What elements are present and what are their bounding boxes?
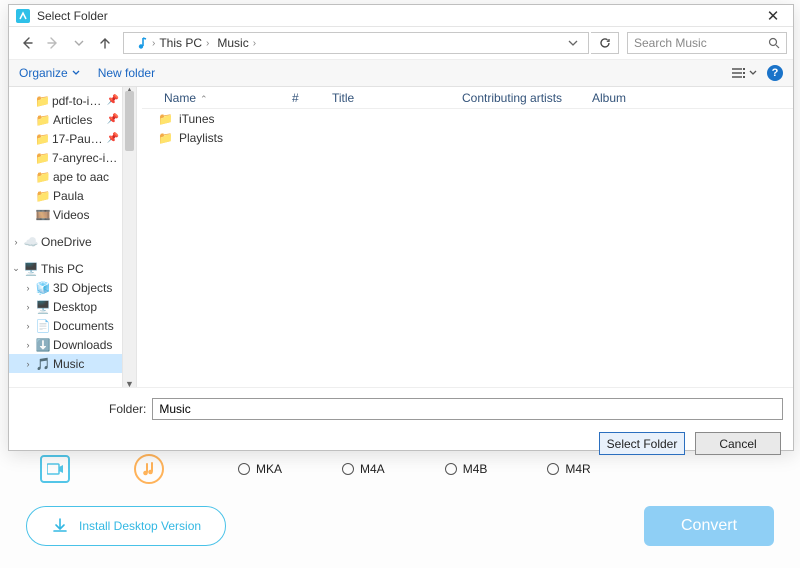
col-title[interactable]: Title: [322, 87, 452, 108]
folder-label: Folder:: [109, 402, 146, 416]
tree-desktop[interactable]: ›🖥️Desktop: [9, 297, 123, 316]
folder-field-row: Folder:: [9, 387, 793, 426]
list-item[interactable]: 📁Playlists: [142, 128, 793, 147]
folder-icon: 📁: [35, 189, 51, 203]
chevron-down-icon: [568, 38, 578, 48]
search-placeholder: Search Music: [634, 36, 707, 50]
search-input[interactable]: Search Music: [627, 32, 787, 54]
col-artist[interactable]: Contributing artists: [452, 87, 582, 108]
app-icon: [15, 8, 31, 24]
chevron-down-icon: [749, 69, 757, 77]
list-pane: Name⌃ # Title Contributing artists Album…: [142, 87, 793, 387]
address-expand[interactable]: [568, 38, 584, 48]
folder-icon: 📁: [158, 131, 173, 145]
chevron-down-icon: [72, 69, 80, 77]
pin-icon: 📌: [107, 114, 119, 125]
quick-item[interactable]: 📁7-anyrec-increas: [9, 148, 123, 167]
breadcrumb-music[interactable]: Music›: [213, 36, 260, 50]
main-split: 📁pdf-to-image📌 📁Articles📌 📁17-Paula- iPa…: [9, 87, 793, 387]
scroll-down-icon[interactable]: ▼: [123, 379, 136, 387]
doc-icon: 📄: [35, 319, 51, 333]
arrow-up-icon: [98, 36, 112, 50]
quick-item[interactable]: 📁Articles📌: [9, 110, 123, 129]
cancel-button[interactable]: Cancel: [695, 432, 781, 455]
address-bar[interactable]: › This PC› Music›: [123, 32, 589, 54]
select-folder-button[interactable]: Select Folder: [599, 432, 685, 455]
help-button[interactable]: ?: [767, 65, 783, 81]
convert-button[interactable]: Convert: [644, 506, 774, 546]
tree-documents[interactable]: ›📄Documents: [9, 316, 123, 335]
new-folder-button[interactable]: New folder: [98, 66, 155, 80]
organize-menu[interactable]: Organize: [19, 66, 80, 80]
folder-icon: 📁: [35, 132, 50, 146]
folder-icon: 📁: [35, 113, 51, 127]
dialog-title: Select Folder: [37, 9, 108, 23]
tree-music[interactable]: ›🎵Music: [9, 354, 123, 373]
tree-scrollbar[interactable]: ▲ ▼: [122, 87, 136, 387]
pin-icon: 📌: [107, 133, 119, 144]
folder-icon: 📁: [35, 170, 51, 184]
list-body: 📁iTunes 📁Playlists: [142, 109, 793, 147]
up-button[interactable]: [93, 31, 117, 55]
desktop-icon: 🖥️: [35, 300, 51, 314]
quick-item[interactable]: 📁pdf-to-image📌: [9, 91, 123, 110]
quick-item[interactable]: 📁ape to aac: [9, 167, 123, 186]
close-button[interactable]: ✕: [753, 7, 793, 25]
arrow-right-icon: [46, 36, 60, 50]
breadcrumb-this-pc[interactable]: This PC›: [155, 36, 213, 50]
cloud-icon: ☁️: [23, 235, 39, 249]
quick-item[interactable]: 📁17-Paula- iPa📌: [9, 129, 123, 148]
select-folder-dialog: Select Folder ✕ › This PC› Music›: [8, 4, 794, 451]
refresh-button[interactable]: [591, 32, 619, 54]
pc-icon: 🖥️: [23, 262, 39, 276]
onedrive-node[interactable]: ›☁️OneDrive: [9, 232, 123, 251]
music-icon: 🎵: [35, 357, 51, 371]
list-view-icon: [731, 67, 747, 79]
col-name[interactable]: Name⌃: [142, 87, 282, 108]
folder-icon: 📁: [35, 94, 50, 108]
chevron-down-icon: [74, 38, 84, 48]
arrow-left-icon: [20, 36, 34, 50]
recent-button[interactable]: [67, 31, 91, 55]
quick-item[interactable]: 📁Paula: [9, 186, 123, 205]
tree-downloads[interactable]: ›⬇️Downloads: [9, 335, 123, 354]
col-number[interactable]: #: [282, 87, 322, 108]
video-icon: 🎞️: [35, 208, 51, 222]
music-icon: [134, 36, 148, 50]
tree-pane: 📁pdf-to-image📌 📁Articles📌 📁17-Paula- iPa…: [9, 87, 137, 387]
folder-icon: 📁: [35, 151, 50, 165]
back-button[interactable]: [15, 31, 39, 55]
download-icon: ⬇️: [35, 338, 51, 352]
refresh-icon: [599, 37, 611, 49]
col-album[interactable]: Album: [582, 87, 793, 108]
cube-icon: 🧊: [35, 281, 51, 295]
folder-input[interactable]: [152, 398, 783, 420]
bottom-row: Install Desktop Version Convert: [0, 486, 800, 546]
background-app: MKA M4A M4B M4R Install Desktop Version …: [0, 452, 800, 568]
nav-row: › This PC› Music› Search Music: [9, 27, 793, 59]
tree-3d-objects[interactable]: ›🧊3D Objects: [9, 278, 123, 297]
search-icon: [768, 37, 780, 49]
quick-item[interactable]: 🎞️Videos: [9, 205, 123, 224]
view-toggle[interactable]: [731, 67, 757, 79]
forward-button[interactable]: [41, 31, 65, 55]
toolbar: Organize New folder ?: [9, 59, 793, 87]
pin-icon: 📌: [107, 95, 119, 106]
this-pc-node[interactable]: ⌄🖥️This PC: [9, 259, 123, 278]
download-icon: [51, 517, 69, 535]
sort-icon: ⌃: [200, 94, 208, 104]
titlebar: Select Folder ✕: [9, 5, 793, 27]
column-headers[interactable]: Name⌃ # Title Contributing artists Album: [142, 87, 793, 109]
install-desktop-button[interactable]: Install Desktop Version: [26, 506, 226, 546]
folder-icon: 📁: [158, 112, 173, 126]
scroll-thumb[interactable]: [125, 91, 134, 151]
list-item[interactable]: 📁iTunes: [142, 109, 793, 128]
dialog-buttons: Select Folder Cancel: [9, 426, 793, 465]
